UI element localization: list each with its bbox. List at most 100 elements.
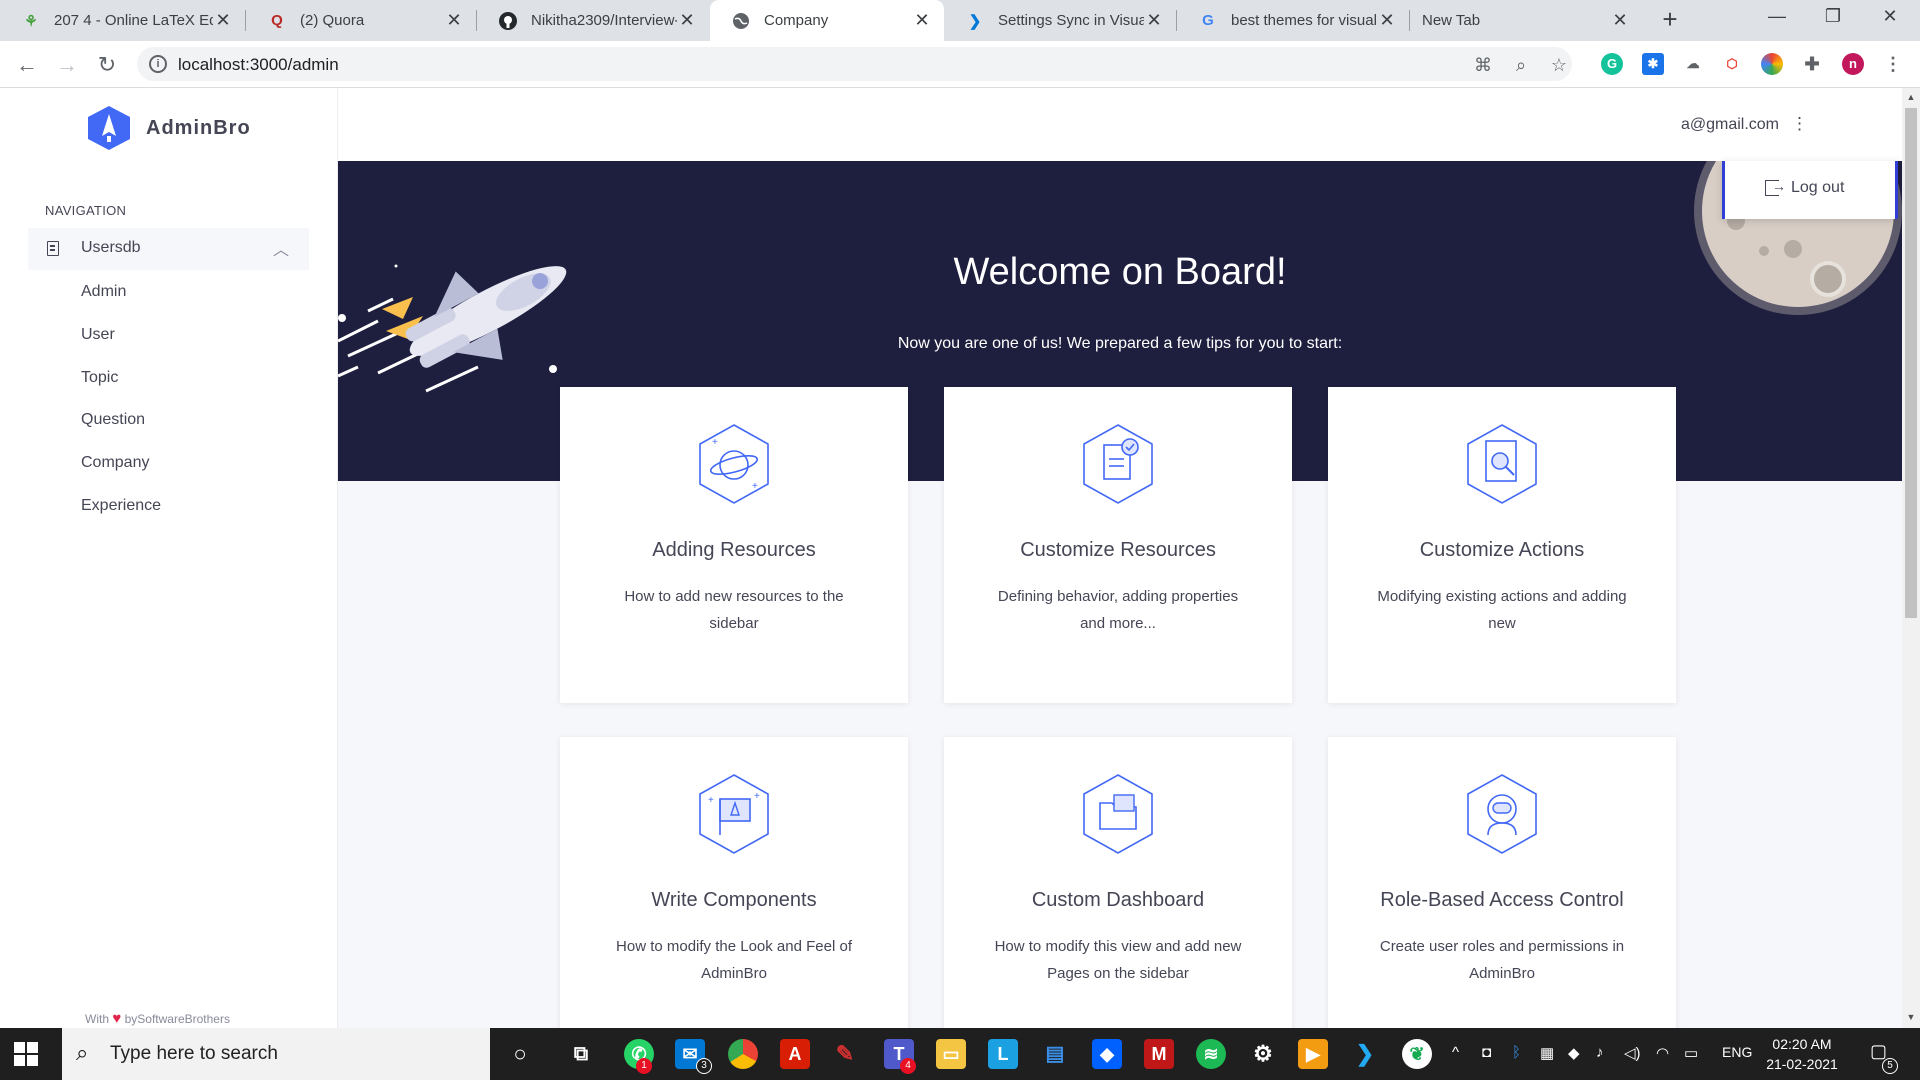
l-app-icon[interactable]: L (988, 1039, 1018, 1069)
tip-card-customize-resources[interactable]: Customize Resources Defining behavior, a… (944, 387, 1292, 703)
windows-start-icon[interactable] (14, 1042, 38, 1066)
logout-arrow-icon: → (1772, 178, 1786, 194)
wifi-icon[interactable]: ◠ (1656, 1044, 1669, 1062)
page-scrollbar[interactable]: ▲ ▼ (1902, 88, 1920, 1028)
github-icon (499, 11, 517, 30)
restore-button[interactable]: ❐ (1813, 6, 1853, 34)
settings-gear-icon[interactable]: ⚙ (1248, 1039, 1278, 1069)
chevron-up-icon[interactable]: ︿ (273, 236, 289, 260)
close-window-button[interactable]: ✕ (1870, 6, 1910, 34)
tip-card-customize-actions[interactable]: Customize Actions Modifying existing act… (1328, 387, 1676, 703)
mcafee-icon[interactable]: M (1144, 1039, 1174, 1069)
sidebar-item-experience[interactable]: Experience (81, 497, 161, 515)
sidebar-item-admin[interactable]: Admin (81, 283, 126, 301)
system-clock[interactable]: 02:20 AM 21-02-2021 (1766, 1034, 1838, 1074)
forward-icon[interactable]: → (52, 50, 82, 80)
back-icon[interactable]: ← (12, 50, 42, 80)
profile-avatar[interactable]: n (1842, 53, 1864, 75)
zoom-icon[interactable]: ⌕ (1511, 55, 1531, 75)
brand[interactable]: AdminBro (88, 106, 251, 150)
close-tab-icon[interactable]: ✕ (1610, 10, 1630, 31)
tip-card-adding-resources[interactable]: + + Adding Resources How to add new reso… (560, 387, 908, 703)
browser-tab[interactable]: ⚘ 207 4 - Online LaTeX Ed ✕ (0, 0, 245, 41)
microphone-icon[interactable]: ♪ (1596, 1044, 1604, 1061)
close-tab-icon[interactable]: ✕ (1377, 10, 1397, 31)
grammarly-icon[interactable]: G (1601, 53, 1623, 75)
user-email[interactable]: a@gmail.com (1681, 116, 1779, 134)
file-explorer-icon[interactable]: ▭ (936, 1039, 966, 1069)
taskbar-search[interactable]: ⌕ Type here to search (62, 1028, 490, 1080)
dropbox-icon[interactable]: ◆ (1092, 1039, 1122, 1069)
rocket-illustration (338, 264, 567, 393)
bookmark-star-icon[interactable]: ☆ (1549, 55, 1569, 75)
close-tab-icon[interactable]: ✕ (677, 10, 697, 31)
new-tab-button[interactable]: + (1656, 6, 1684, 34)
footer-credit[interactable]: With ♥ bySoftwareBrothers (85, 1010, 230, 1027)
tray-chevron-up-icon[interactable]: ^ (1452, 1044, 1459, 1061)
url-text[interactable]: localhost:3000/admin (178, 55, 339, 75)
overleaf-icon: ⚘ (24, 12, 38, 30)
sidebar-item-company[interactable]: Company (81, 454, 149, 472)
address-bar[interactable]: i localhost:3000/admin ⌘ ⌕ ☆ (137, 47, 1572, 81)
nav-group-usersdb[interactable]: Usersdb ︿ (28, 228, 309, 270)
extension-cloud-icon[interactable]: ☁ (1682, 53, 1704, 75)
media-player-icon[interactable]: ▶ (1298, 1039, 1328, 1069)
chrome-icon[interactable] (728, 1039, 758, 1069)
scroll-up-icon[interactable]: ▲ (1905, 92, 1917, 104)
close-tab-icon[interactable]: ✕ (1144, 10, 1164, 31)
bluetooth-icon[interactable]: ᛒ (1512, 1044, 1521, 1061)
language-indicator[interactable]: ENG (1722, 1044, 1752, 1060)
browser-tab[interactable]: ❯ Settings Sync in Visual ✕ (944, 0, 1176, 41)
battery-icon[interactable]: ▭ (1684, 1044, 1698, 1062)
close-tab-icon[interactable]: ✕ (912, 10, 932, 31)
browser-tab[interactable]: G best themes for visual ✕ (1177, 0, 1409, 41)
user-menu-icon[interactable]: ⋮ (1791, 114, 1808, 134)
acrobat-icon[interactable]: A (780, 1039, 810, 1069)
browser-menu-icon[interactable]: ⋮ (1882, 53, 1904, 75)
extension-tag-icon[interactable]: ⬡ (1721, 53, 1743, 75)
svg-text:+: + (752, 481, 758, 492)
scroll-down-icon[interactable]: ▼ (1905, 1012, 1917, 1024)
notifications-badge: 5 (1882, 1058, 1898, 1074)
tip-card-write-components[interactable]: + + Write Components How to modify the L… (560, 737, 908, 1037)
document-search-icon (1467, 424, 1537, 504)
color-picker-icon[interactable] (1761, 53, 1783, 75)
translate-icon[interactable]: ⌘ (1473, 55, 1493, 75)
card-title: Write Components (651, 889, 817, 911)
vscode-taskbar-icon[interactable]: ❯ (1350, 1039, 1380, 1069)
snip-tool-icon[interactable]: ✎ (830, 1039, 860, 1069)
scroll-thumb[interactable] (1905, 108, 1917, 618)
teams-badge: 4 (900, 1058, 916, 1074)
card-description: How to modify the Look and Feel of Admin… (616, 938, 852, 982)
tray-network-drive-icon[interactable]: ▦ (1540, 1044, 1554, 1062)
close-tab-icon[interactable]: ✕ (444, 10, 464, 31)
tab-title: (2) Quora (300, 12, 365, 29)
task-view-icon[interactable]: ⧉ (566, 1039, 596, 1069)
browser-tab[interactable]: Q (2) Quora ✕ (246, 0, 476, 41)
volume-icon[interactable]: ◁) (1624, 1044, 1641, 1062)
cortana-icon[interactable]: ○ (505, 1039, 535, 1069)
quora-icon: Q (271, 12, 283, 29)
sidebar-item-topic[interactable]: Topic (81, 369, 118, 387)
tab-title: New Tab (1422, 12, 1481, 29)
sidebar-item-user[interactable]: User (81, 326, 115, 344)
computer-icon[interactable]: ▤ (1040, 1039, 1070, 1069)
minimize-button[interactable]: — (1757, 6, 1797, 34)
card-description: Create user roles and permissions in Adm… (1379, 938, 1625, 982)
mongodb-icon[interactable]: ❦ (1402, 1039, 1432, 1069)
browser-tab[interactable]: New Tab ✕ (1410, 0, 1642, 41)
extensions-puzzle-icon[interactable]: ✚ (1801, 53, 1823, 75)
browser-tab-active[interactable]: Company ✕ (710, 0, 944, 41)
close-tab-icon[interactable]: ✕ (213, 10, 233, 31)
tray-dropbox-icon[interactable]: ◆ (1568, 1044, 1580, 1062)
site-info-icon[interactable]: i (149, 55, 167, 73)
tip-card-custom-dashboard[interactable]: Custom Dashboard How to modify this view… (944, 737, 1292, 1037)
tray-camera-icon[interactable]: ◘ (1482, 1044, 1491, 1061)
sidebar-item-question[interactable]: Question (81, 411, 145, 429)
browser-toolbar: ← → ↻ i localhost:3000/admin ⌘ ⌕ ☆ G ✱ ☁… (0, 41, 1920, 88)
tip-card-rbac[interactable]: Role-Based Access Control Create user ro… (1328, 737, 1676, 1037)
extension-grid-icon[interactable]: ✱ (1642, 53, 1664, 75)
spotify-icon[interactable]: ≋ (1196, 1039, 1226, 1069)
browser-tab[interactable]: Nikitha2309/Interview- ✕ (477, 0, 709, 41)
reload-icon[interactable]: ↻ (92, 50, 122, 80)
